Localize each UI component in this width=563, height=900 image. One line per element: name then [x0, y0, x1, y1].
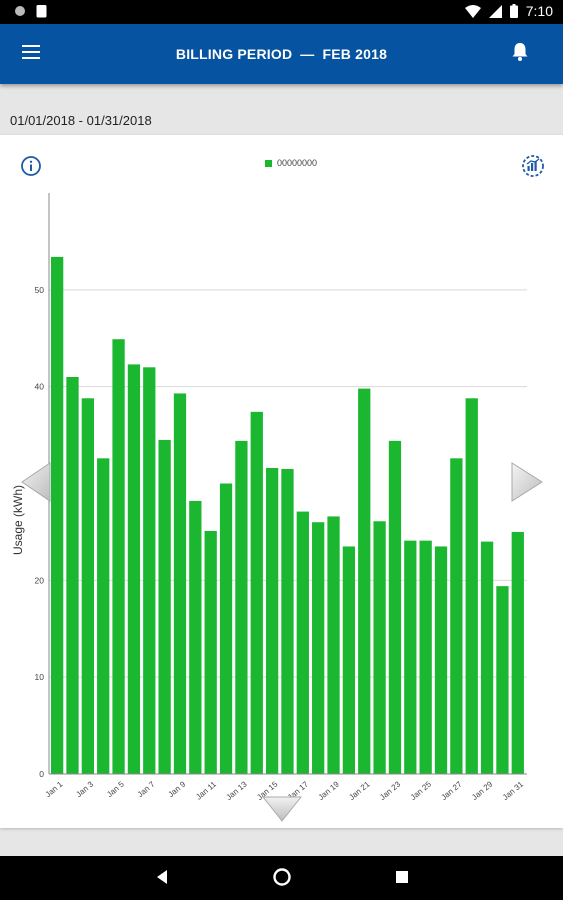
bell-icon — [512, 43, 528, 61]
y-tick-label: 0 — [39, 769, 44, 779]
clock: 7:10 — [525, 3, 553, 19]
bar[interactable] — [296, 511, 309, 774]
bar[interactable] — [66, 376, 79, 774]
x-tick-label: Jan 29 — [470, 779, 495, 802]
home-icon — [273, 868, 291, 886]
bar[interactable] — [219, 483, 233, 775]
bar[interactable] — [496, 586, 509, 774]
y-tick-label: 50 — [35, 285, 45, 295]
back-button[interactable] — [155, 868, 169, 891]
recents-icon — [396, 871, 408, 883]
y-tick-label: 10 — [35, 672, 45, 682]
billing-period-value: FEB 2018 — [322, 46, 388, 62]
clipboard-icon — [36, 5, 47, 18]
x-tick-label: Jan 1 — [44, 779, 65, 799]
system-navigation-bar — [0, 856, 563, 900]
bar[interactable] — [112, 339, 125, 774]
bar[interactable] — [373, 521, 386, 774]
x-tick-label: Jan 19 — [317, 779, 342, 802]
chevron-left-icon — [21, 462, 51, 502]
bar[interactable] — [189, 500, 202, 774]
bar[interactable] — [404, 540, 417, 774]
recents-button[interactable] — [395, 870, 409, 889]
title-separator: — — [300, 46, 315, 62]
x-tick-label: Jan 5 — [105, 779, 126, 799]
x-tick-label: Jan 7 — [136, 779, 157, 799]
notification-icon — [15, 6, 25, 16]
bar[interactable] — [327, 516, 340, 774]
bar[interactable] — [480, 541, 494, 774]
page-title: BILLING PERIOD — FEB 2018 — [0, 24, 563, 84]
bar[interactable] — [250, 411, 263, 774]
bar[interactable] — [434, 546, 448, 774]
home-button[interactable] — [272, 867, 292, 892]
x-tick-label: Jan 27 — [439, 779, 464, 802]
bar[interactable] — [281, 468, 294, 774]
bar[interactable] — [419, 540, 432, 774]
next-period-button[interactable] — [510, 462, 544, 507]
y-tick-label: 40 — [35, 382, 45, 392]
chevron-down-icon — [261, 796, 303, 822]
chevron-right-icon — [511, 462, 543, 502]
bar[interactable] — [143, 367, 156, 774]
bar[interactable] — [465, 398, 478, 774]
bar[interactable] — [358, 388, 371, 774]
bar[interactable] — [235, 440, 248, 774]
bar[interactable] — [204, 530, 217, 774]
x-tick-label: Jan 9 — [166, 779, 187, 799]
bar[interactable] — [97, 458, 110, 774]
y-tick-label: 20 — [35, 575, 45, 585]
bar[interactable] — [342, 546, 356, 774]
battery-icon — [509, 4, 518, 18]
wifi-icon — [464, 4, 481, 18]
x-tick-label: Jan 3 — [74, 779, 95, 799]
x-tick-label: Jan 13 — [224, 779, 249, 802]
bar[interactable] — [388, 440, 402, 774]
bar[interactable] — [158, 439, 171, 774]
bar[interactable] — [81, 398, 94, 774]
bar[interactable] — [265, 468, 279, 774]
date-range: 01/01/2018 - 01/31/2018 — [10, 113, 152, 128]
x-tick-label: Jan 25 — [409, 779, 434, 802]
x-tick-label: Jan 21 — [347, 779, 372, 802]
usage-bar-chart: 0 10 20 40 50 Jan 1 Jan 3 Jan 5 Jan 7 Jan 9 Jan 11… — [11, 193, 527, 802]
app-bar: BILLING PERIOD — FEB 2018 — [0, 24, 563, 84]
bar[interactable] — [312, 522, 325, 774]
bar[interactable] — [173, 393, 187, 774]
x-tick-label: Jan 31 — [501, 779, 526, 802]
previous-period-button[interactable] — [20, 462, 52, 507]
usage-chart-card: 00000000 0 10 20 40 50 Jan 1 Jan 3 Jan 5 Jan 7 Ja… — [0, 135, 563, 828]
notifications-button[interactable] — [511, 42, 535, 66]
x-tick-label: Jan 23 — [378, 779, 403, 802]
expand-details-button[interactable] — [261, 796, 303, 827]
billing-period-label: BILLING PERIOD — [175, 46, 293, 62]
signal-icon — [488, 4, 502, 18]
back-icon — [157, 870, 167, 884]
bar[interactable] — [450, 458, 463, 774]
bar[interactable] — [511, 531, 524, 774]
bar[interactable] — [127, 364, 141, 774]
bar[interactable] — [51, 256, 64, 774]
x-tick-label: Jan 11 — [194, 779, 218, 801]
status-bar: 7:10 — [0, 0, 563, 24]
